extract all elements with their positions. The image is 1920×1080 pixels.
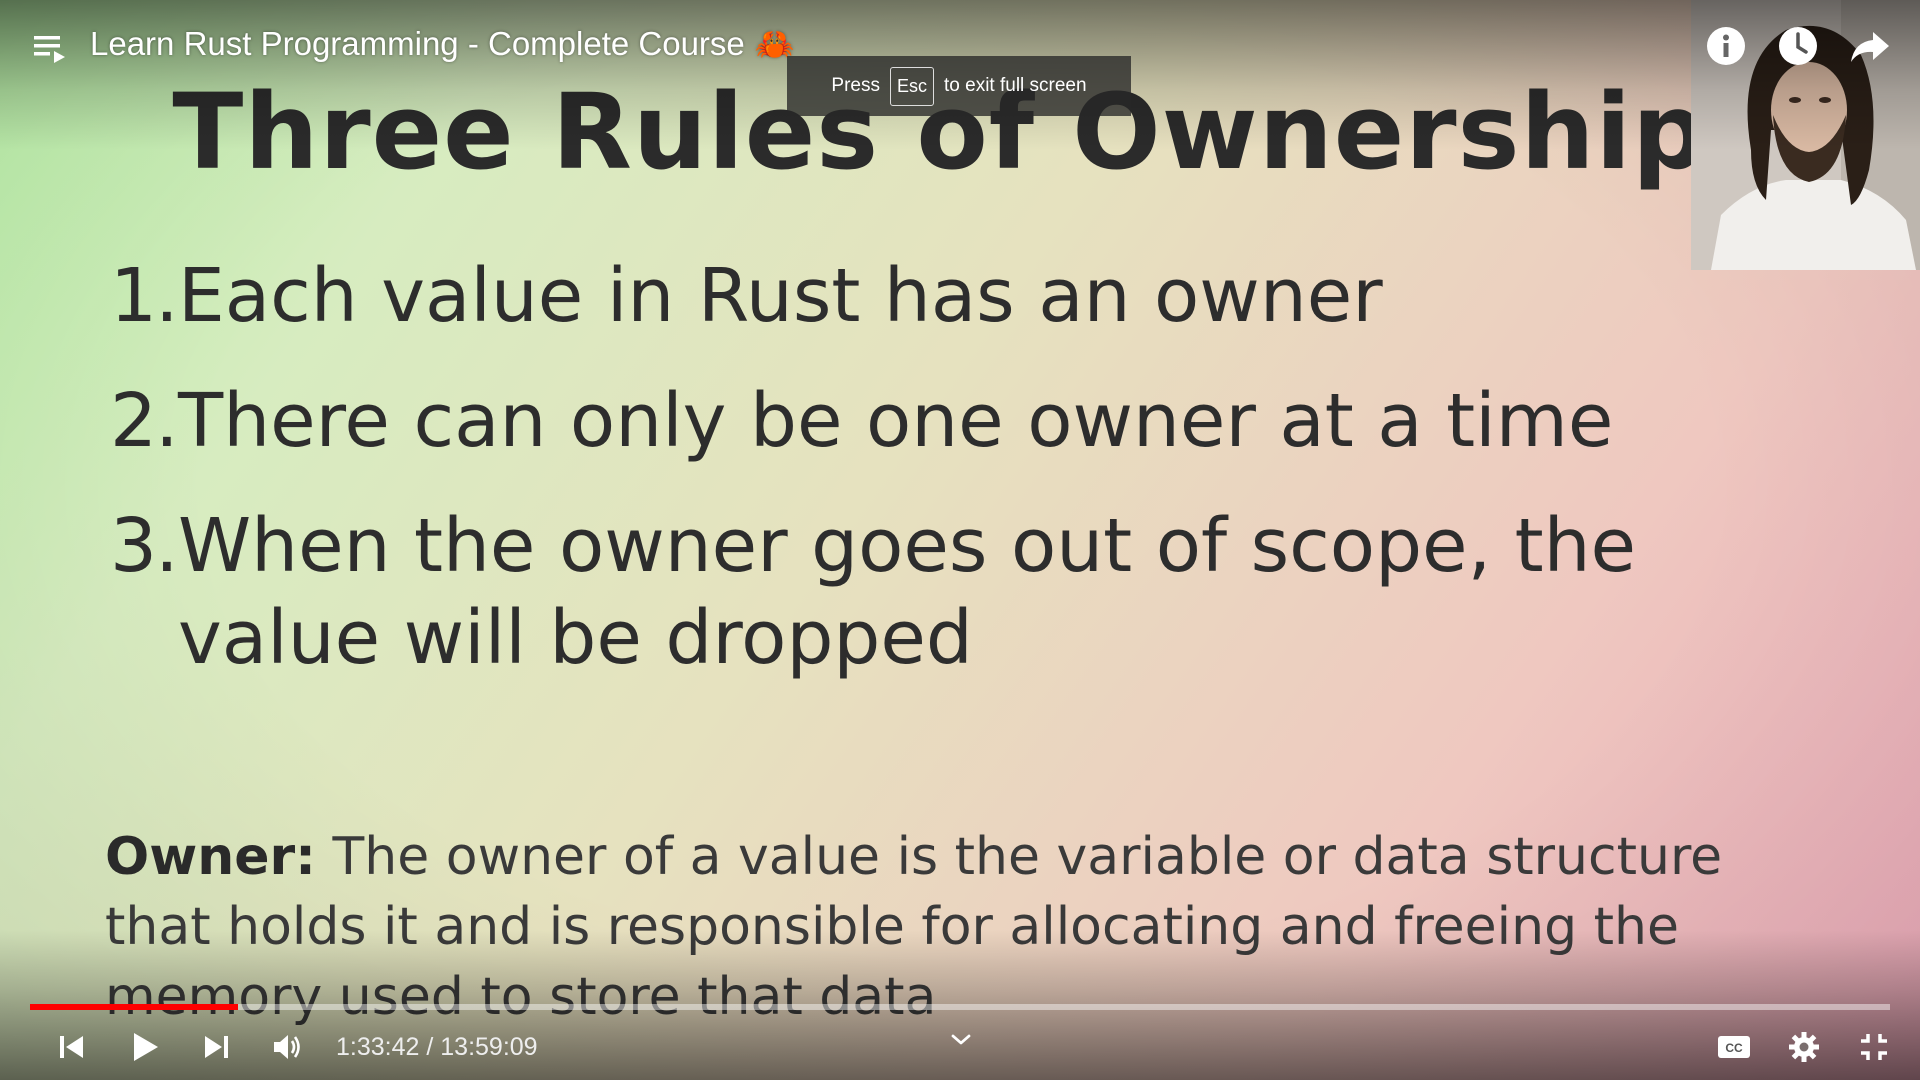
info-button[interactable]: [1704, 24, 1748, 68]
current-time: 1:33:42: [336, 1032, 420, 1061]
settings-button[interactable]: [1786, 1029, 1822, 1065]
skip-next-icon: [205, 1036, 228, 1058]
captions-button[interactable]: CC: [1716, 1029, 1752, 1065]
video-title[interactable]: Learn Rust Programming - Complete Course…: [90, 22, 795, 66]
rule-item: 1. Each value in Rust has an owner: [110, 250, 1810, 342]
video-title-text: Learn Rust Programming - Complete Course: [90, 25, 745, 62]
progress-played: [30, 1004, 238, 1010]
share-button[interactable]: [1848, 24, 1892, 68]
esc-key-badge: Esc: [889, 66, 934, 106]
progress-track: [30, 1004, 1890, 1010]
rule-number: 1.: [110, 253, 179, 339]
toast-message: to exit full screen: [944, 75, 1087, 96]
play-icon: [134, 1033, 158, 1061]
chevron-down-icon: [951, 1034, 971, 1045]
rule-number: 3.: [110, 503, 179, 589]
toast-press-text: Press: [831, 75, 880, 96]
exit-fullscreen-icon: [1861, 1034, 1887, 1060]
playlist-button[interactable]: [30, 28, 70, 68]
duration: 13:59:09: [440, 1032, 538, 1061]
share-icon: [1851, 32, 1889, 62]
info-icon: [1707, 27, 1745, 65]
exit-fullscreen-toast: Press Esc to exit full screen: [787, 56, 1131, 116]
rule-number: 2.: [110, 378, 179, 464]
progress-bar[interactable]: [30, 1004, 1890, 1010]
controls-left: 1:33:42 / 13:59:09: [48, 1022, 538, 1072]
exit-fullscreen-button[interactable]: [1856, 1029, 1892, 1065]
rule-item: 3. When the owner goes out of scope, the…: [110, 500, 1810, 684]
rules-list: 1. Each value in Rust has an owner 2. Th…: [110, 250, 1810, 717]
play-button[interactable]: [120, 1023, 168, 1071]
controls-right: CC: [1716, 1022, 1892, 1072]
clock-icon: [1779, 27, 1817, 65]
skip-previous-icon: [60, 1036, 83, 1058]
definition-term: Owner:: [105, 827, 316, 887]
rule-text: Each value in Rust has an owner: [178, 253, 1383, 339]
volume-icon: [274, 1035, 300, 1059]
captions-icon: CC: [1718, 1036, 1750, 1058]
svg-text:CC: CC: [1725, 1041, 1743, 1055]
time-separator: /: [419, 1032, 441, 1061]
playlist-icon: [34, 36, 65, 63]
time-display: 1:33:42 / 13:59:09: [336, 1033, 538, 1062]
video-player[interactable]: Three Rules of Ownership 1. Each value i…: [0, 0, 1920, 1080]
gear-icon: [1789, 1032, 1819, 1062]
next-button[interactable]: [192, 1023, 240, 1071]
previous-button[interactable]: [48, 1023, 96, 1071]
watch-later-button[interactable]: [1776, 24, 1820, 68]
more-videos-toggle[interactable]: [946, 1026, 976, 1056]
volume-button[interactable]: [264, 1023, 312, 1071]
rule-item: 2. There can only be one owner at a time: [110, 375, 1810, 467]
rule-text: When the owner goes out of scope, the va…: [178, 503, 1637, 681]
rule-text: There can only be one owner at a time: [178, 378, 1614, 464]
top-right-actions: [1704, 24, 1892, 68]
